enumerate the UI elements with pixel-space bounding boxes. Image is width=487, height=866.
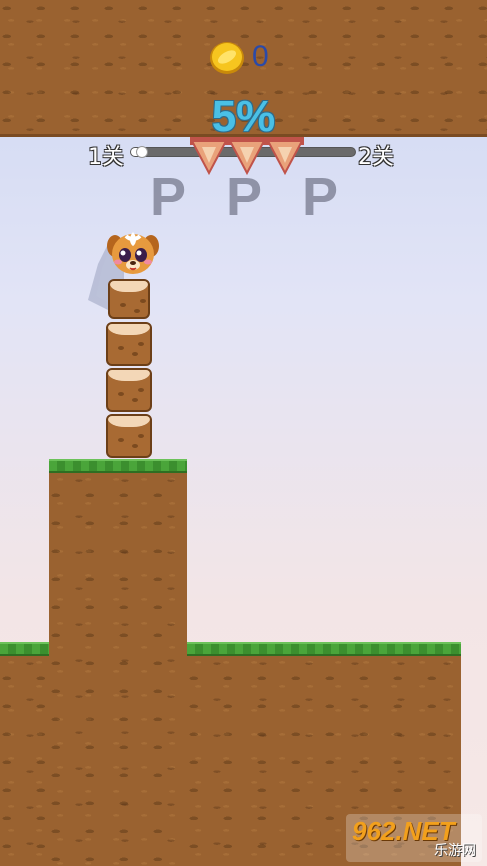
p-marker: P xyxy=(302,167,339,227)
stack-block xyxy=(108,279,150,319)
p-marker: P xyxy=(150,167,187,227)
coin-count: 0 xyxy=(252,40,269,73)
dirt-pillar xyxy=(49,459,187,866)
progress-percent: 5% xyxy=(211,92,276,141)
stack-block xyxy=(106,414,152,458)
stack-block xyxy=(106,322,152,366)
pillar-grass xyxy=(49,459,187,473)
watermark-sub: 乐游网 xyxy=(434,843,476,859)
ground-right-grass xyxy=(187,642,461,656)
ground-left-grass xyxy=(0,642,49,656)
level-progress-knob xyxy=(136,146,149,158)
puppy-character xyxy=(106,228,160,280)
gold-coin-icon xyxy=(209,41,245,75)
p-marker: P xyxy=(226,167,263,227)
stack-block xyxy=(106,368,152,412)
level-end-label: 2关 xyxy=(358,145,394,170)
level-start-label: 1关 xyxy=(88,145,124,170)
site-watermark: 962.NET 乐游网 xyxy=(346,814,482,862)
ground-left xyxy=(0,642,49,866)
